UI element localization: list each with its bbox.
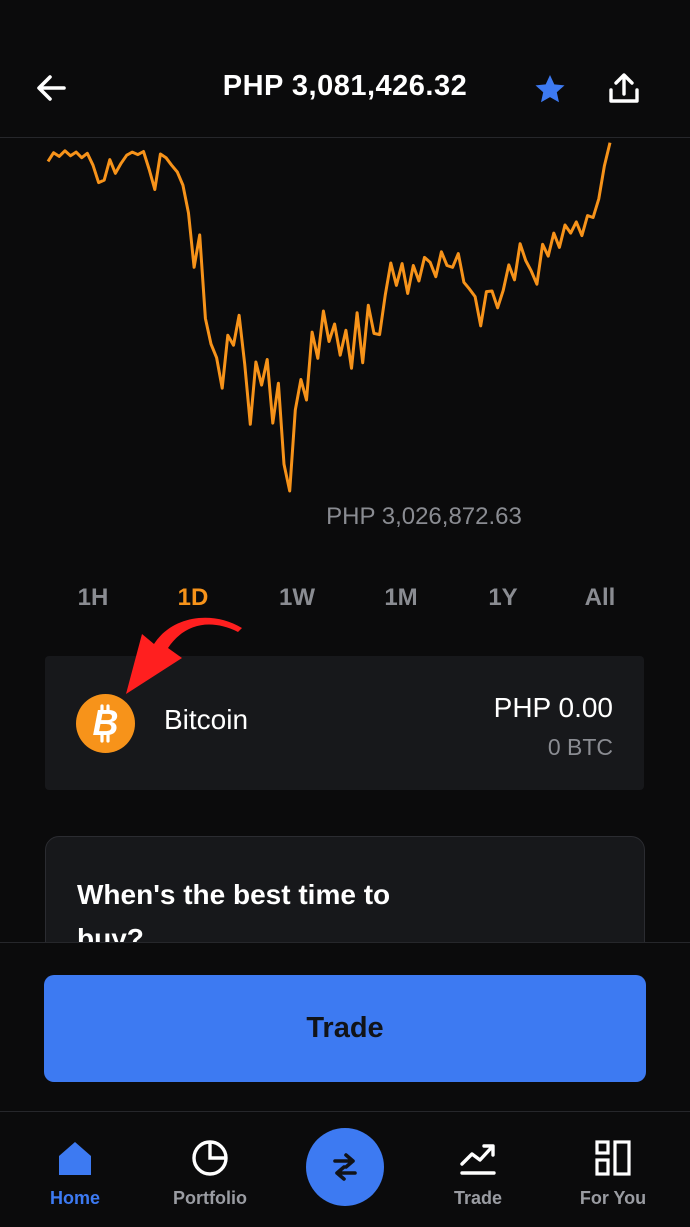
bottom-nav: Home Portfolio Trade For You bbox=[0, 1111, 690, 1227]
trade-button[interactable]: Trade bbox=[44, 975, 646, 1082]
nav-home-label: Home bbox=[49, 1188, 100, 1208]
app-header: PHP 3,081,426.32 bbox=[0, 0, 690, 138]
nav-portfolio-label: Portfolio bbox=[173, 1188, 247, 1208]
nav-trade-label: Trade bbox=[453, 1188, 503, 1208]
asset-name: Bitcoin bbox=[164, 704, 249, 735]
grid-layout-icon bbox=[595, 1140, 631, 1176]
favorite-button[interactable] bbox=[530, 70, 570, 110]
share-button[interactable] bbox=[602, 68, 646, 112]
svg-text:B: B bbox=[93, 702, 119, 743]
nav-trade[interactable]: Trade bbox=[413, 1112, 543, 1227]
asset-quantity: 0 BTC bbox=[547, 734, 613, 760]
asset-value: PHP 0.00 bbox=[493, 692, 613, 723]
curved-arrow-icon bbox=[126, 617, 242, 694]
swap-button[interactable] bbox=[306, 1128, 384, 1206]
range-all[interactable]: All bbox=[560, 575, 640, 621]
nav-portfolio[interactable]: Portfolio bbox=[145, 1112, 275, 1227]
pie-chart-icon bbox=[192, 1140, 228, 1176]
home-icon bbox=[59, 1142, 91, 1175]
range-1y[interactable]: 1Y bbox=[463, 575, 543, 621]
swap-icon bbox=[333, 1153, 357, 1181]
range-1w[interactable]: 1W bbox=[257, 575, 337, 621]
price-line bbox=[46, 142, 612, 493]
bottom-panel: Trade Home Portfolio Trade For You bbox=[0, 942, 690, 1227]
current-price: PHP 3,081,426.32 bbox=[222, 70, 468, 102]
star-icon bbox=[535, 75, 565, 103]
trend-up-icon bbox=[460, 1144, 496, 1175]
nav-for-you[interactable]: For You bbox=[548, 1112, 678, 1227]
price-chart[interactable] bbox=[0, 139, 690, 559]
chart-low-label: PHP 3,026,872.63 bbox=[326, 503, 522, 530]
nav-for-you-label: For You bbox=[579, 1188, 647, 1208]
time-range-selector: 1H 1D 1W 1M 1Y All bbox=[0, 575, 690, 621]
nav-home[interactable]: Home bbox=[10, 1112, 140, 1227]
range-1m[interactable]: 1M bbox=[361, 575, 441, 621]
share-icon bbox=[609, 73, 639, 103]
